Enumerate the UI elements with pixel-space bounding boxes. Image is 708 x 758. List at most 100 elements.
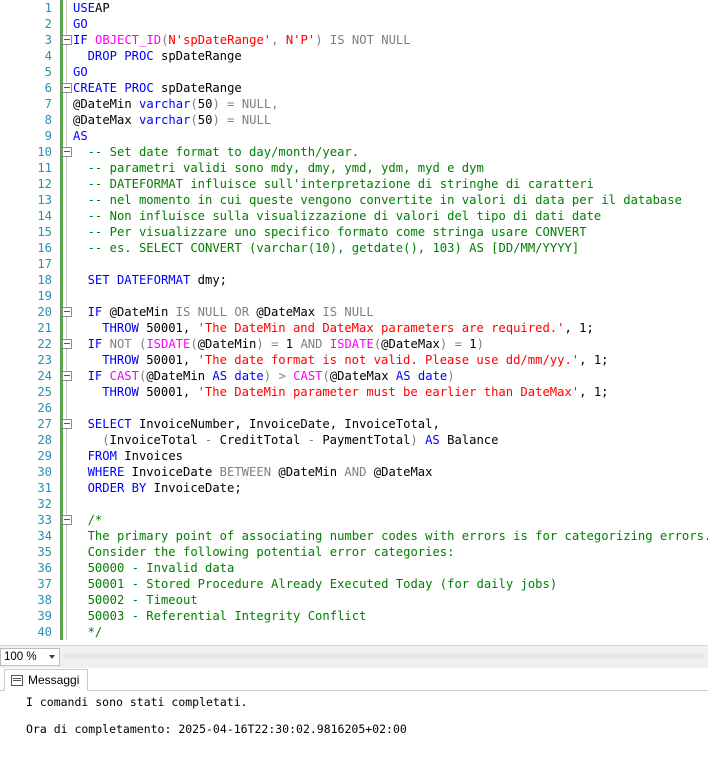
code-line[interactable]: 31 ORDER BY InvoiceDate; <box>0 480 708 496</box>
line-number: 10 <box>37 145 52 159</box>
code-text: 50000 - Invalid data <box>87 561 235 575</box>
code-line[interactable]: 37 50001 - Stored Procedure Already Execu… <box>0 576 708 592</box>
message-line: I comandi sono stati completati. <box>26 695 248 709</box>
code-line[interactable]: 25 THROW 50001, 'The DateMin parameter mu… <box>0 384 708 400</box>
zoom-value: 100 % <box>4 651 37 663</box>
collapse-icon[interactable] <box>62 515 72 525</box>
line-number: 7 <box>44 97 52 111</box>
code-text: 50003 - Referential Integrity Conflict <box>87 609 367 623</box>
line-number: 13 <box>37 193 52 207</box>
line-number: 4 <box>44 49 52 63</box>
line-number: 21 <box>37 321 52 335</box>
code-text: /* <box>87 513 103 527</box>
line-number: 39 <box>37 609 52 623</box>
horizontal-scrollbar[interactable] <box>64 653 704 659</box>
code-line[interactable]: 22 IF NOT (ISDATE(@DateMin) = 1 AND ISDAT… <box>0 336 708 352</box>
code-line[interactable]: 30 WHERE InvoiceDate BETWEEN @DateMin AND… <box>0 464 708 480</box>
line-number: 25 <box>37 385 52 399</box>
code-line[interactable]: 10 -- Set date format to day/month/year. <box>0 144 708 160</box>
line-number: 19 <box>37 289 52 303</box>
code-line[interactable]: 40 */ <box>0 624 708 640</box>
messages-pane: I comandi sono stati completati. Ora di … <box>0 691 708 758</box>
collapse-icon[interactable] <box>62 419 72 429</box>
code-line[interactable]: 39 50003 - Referential Integrity Conflict <box>0 608 708 624</box>
code-line[interactable]: 24 IF CAST(@DateMin AS date) > CAST(@Date… <box>0 368 708 384</box>
code-line[interactable]: 23 THROW 50001, 'The date format is not v… <box>0 352 708 368</box>
code-text: -- Non influisce sulla visualizzazione d… <box>87 209 602 223</box>
code-text: SET DATEFORMAT dmy; <box>87 273 228 287</box>
code-line[interactable]: 5 GO <box>0 64 708 80</box>
code-text: @DateMin varchar(50) = NULL, <box>73 97 279 111</box>
tab-messages[interactable]: Messaggi <box>4 669 89 691</box>
line-number: 17 <box>37 257 52 271</box>
line-number: 23 <box>37 353 52 367</box>
code-line[interactable]: 28 (InvoiceTotal - CreditTotal - PaymentT… <box>0 432 708 448</box>
code-line[interactable]: 20 IF @DateMin IS NULL OR @DateMax IS NUL… <box>0 304 708 320</box>
line-number: 18 <box>37 273 52 287</box>
code-line[interactable]: 1 USEAP <box>0 0 708 16</box>
code-text: SELECT InvoiceNumber, InvoiceDate, Invoi… <box>87 417 440 431</box>
code-line[interactable]: 17 <box>0 256 708 272</box>
code-line[interactable]: 11 -- parametri validi sono mdy, dmy, ymd… <box>0 160 708 176</box>
collapse-icon[interactable] <box>62 83 72 93</box>
code-line[interactable]: 19 <box>0 288 708 304</box>
code-text: @DateMax varchar(50) = NULL <box>73 113 272 127</box>
collapse-icon[interactable] <box>62 147 72 157</box>
code-text: THROW 50001, 'The DateMin and DateMax pa… <box>102 321 594 335</box>
collapse-icon[interactable] <box>62 371 72 381</box>
collapse-icon[interactable] <box>62 307 72 317</box>
line-number: 29 <box>37 449 52 463</box>
code-line[interactable]: 8 @DateMax varchar(50) = NULL <box>0 112 708 128</box>
line-number: 15 <box>37 225 52 239</box>
code-line[interactable]: 6 CREATE PROC spDateRange <box>0 80 708 96</box>
line-number: 26 <box>37 401 52 415</box>
code-line[interactable]: 36 50000 - Invalid data <box>0 560 708 576</box>
code-text: */ <box>87 625 103 639</box>
line-number: 20 <box>37 305 52 319</box>
code-line[interactable]: 4 DROP PROC spDateRange <box>0 48 708 64</box>
code-text: The primary point of associating number … <box>87 529 708 543</box>
code-line[interactable]: 7 @DateMin varchar(50) = NULL, <box>0 96 708 112</box>
code-line[interactable]: 15 -- Per visualizzare uno specifico form… <box>0 224 708 240</box>
code-line[interactable]: 14 -- Non influisce sulla visualizzazione… <box>0 208 708 224</box>
code-line[interactable]: 2 GO <box>0 16 708 32</box>
code-line[interactable]: 27 SELECT InvoiceNumber, InvoiceDate, Inv… <box>0 416 708 432</box>
code-line[interactable]: 26 <box>0 400 708 416</box>
code-text: Consider the following potential error c… <box>87 545 455 559</box>
line-number: 37 <box>37 577 52 591</box>
line-number: 31 <box>37 481 52 495</box>
code-editor[interactable]: 1 USEAP 2 GO 3 IF OBJECT_ID(N'spDateRange', N… <box>0 0 708 640</box>
line-number: 2 <box>44 17 52 31</box>
code-line[interactable]: 3 IF OBJECT_ID(N'spDateRange', N'P') IS N… <box>0 32 708 48</box>
zoom-dropdown[interactable]: 100 % <box>0 648 60 666</box>
collapse-icon[interactable] <box>62 339 72 349</box>
chevron-down-icon <box>49 655 55 659</box>
code-text: GO <box>73 17 88 31</box>
tab-messages-label: Messaggi <box>28 673 80 687</box>
results-tab-strip: Messaggi <box>0 668 708 691</box>
code-line[interactable]: 35 Consider the following potential error… <box>0 544 708 560</box>
line-number: 32 <box>37 497 52 511</box>
code-line[interactable]: 29 FROM Invoices <box>0 448 708 464</box>
code-line[interactable]: 9 AS <box>0 128 708 144</box>
code-line[interactable]: 33 /* <box>0 512 708 528</box>
code-text: 50001 - Stored Procedure Already Execute… <box>87 577 558 591</box>
code-line[interactable]: 12 -- DATEFORMAT influisce sull'interpret… <box>0 176 708 192</box>
line-number: 38 <box>37 593 52 607</box>
code-line[interactable]: 38 50002 - Timeout <box>0 592 708 608</box>
code-text: GO <box>73 65 88 79</box>
code-line[interactable]: 34 The primary point of associating numbe… <box>0 528 708 544</box>
line-number: 5 <box>44 65 52 79</box>
code-line[interactable]: 32 <box>0 496 708 512</box>
code-text: IF CAST(@DateMin AS date) > CAST(@DateMa… <box>87 369 455 383</box>
code-text: -- es. SELECT CONVERT (varchar(10), getd… <box>87 241 580 255</box>
code-line[interactable]: 21 THROW 50001, 'The DateMin and DateMax … <box>0 320 708 336</box>
message-line: Ora di completamento: 2025-04-16T22:30:0… <box>26 722 407 736</box>
code-text: USEAP <box>73 1 110 15</box>
collapse-icon[interactable] <box>62 35 72 45</box>
line-number: 34 <box>37 529 52 543</box>
code-line[interactable]: 16 -- es. SELECT CONVERT (varchar(10), ge… <box>0 240 708 256</box>
code-line[interactable]: 18 SET DATEFORMAT dmy; <box>0 272 708 288</box>
line-number: 28 <box>37 433 52 447</box>
code-line[interactable]: 13 -- nel momento in cui queste vengono c… <box>0 192 708 208</box>
